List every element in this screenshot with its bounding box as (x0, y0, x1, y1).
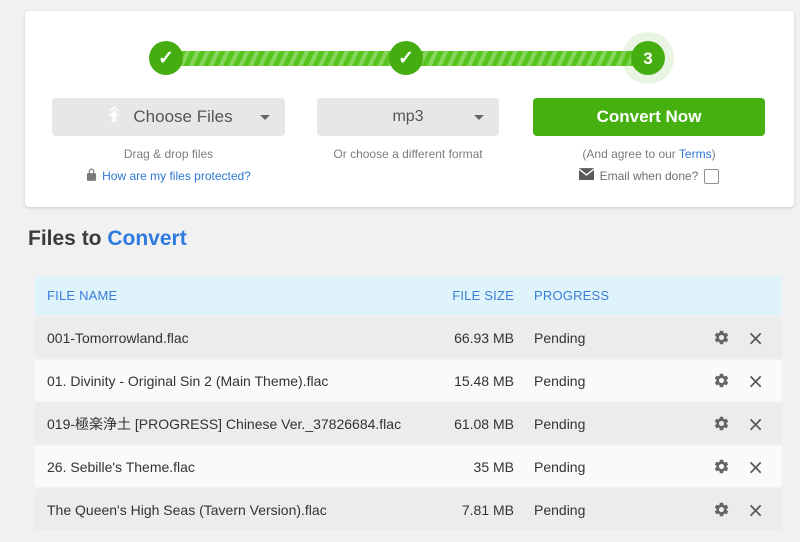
lock-icon (86, 168, 97, 185)
convert-now-button[interactable]: Convert Now (533, 98, 765, 136)
row-actions: × (694, 371, 774, 391)
convert-now-label: Convert Now (596, 107, 702, 126)
format-hint: Or choose a different format (333, 147, 483, 161)
step-1-complete-badge: ✓ (149, 41, 183, 75)
check-icon: ✓ (398, 47, 414, 69)
upload-icon (104, 105, 124, 130)
format-select[interactable]: mp3 (317, 98, 499, 136)
row-actions: × (694, 457, 774, 477)
progress-cell: Pending (534, 458, 586, 475)
step-2-complete-badge: ✓ (389, 41, 423, 75)
converter-card: ✓ ✓ 3 Choose Files mp3 Convert Now Drag … (25, 11, 794, 207)
remove-icon[interactable]: × (747, 371, 764, 391)
choose-files-label: Choose Files (133, 107, 233, 126)
terms-hint: (And agree to our Terms) (582, 147, 716, 161)
row-actions: × (694, 500, 774, 520)
email-when-done-checkbox[interactable] (704, 168, 720, 184)
settings-gear-icon[interactable] (713, 372, 730, 389)
row-actions: × (694, 414, 774, 434)
row-actions: × (694, 328, 774, 348)
settings-gear-icon[interactable] (713, 329, 730, 346)
email-when-done-label: Email when done? (599, 168, 699, 183)
file-name-cell: 26. Sebille's Theme.flac (47, 458, 195, 475)
table-row: 001-Tomorrowland.flac 66.93 MB Pending × (35, 317, 782, 358)
progress-cell: Pending (534, 372, 586, 389)
email-when-done-row: Email when done? (533, 168, 765, 184)
column-header-file-name: FILE NAME (47, 288, 118, 303)
files-table: FILE NAME FILE SIZE PROGRESS 001-Tomorro… (35, 276, 782, 530)
check-icon: ✓ (158, 47, 174, 69)
remove-icon[interactable]: × (747, 457, 764, 477)
progress-cell: Pending (534, 329, 586, 346)
progress-cell: Pending (534, 501, 586, 518)
step-3-number: 3 (643, 48, 653, 68)
terms-link[interactable]: Terms (679, 147, 712, 161)
step-3-badge: 3 (631, 41, 665, 75)
column-header-progress: PROGRESS (534, 288, 610, 303)
file-size-cell: 66.93 MB (454, 329, 514, 346)
table-row: The Queen's High Seas (Tavern Version).f… (35, 489, 782, 530)
choose-files-button[interactable]: Choose Files (52, 98, 285, 136)
drag-drop-hint: Drag & drop files (123, 147, 214, 161)
file-table-body: 001-Tomorrowland.flac 66.93 MB Pending ×… (35, 317, 782, 530)
remove-icon[interactable]: × (747, 328, 764, 348)
settings-gear-icon[interactable] (713, 458, 730, 475)
chevron-down-icon (474, 115, 484, 120)
file-size-cell: 35 MB (473, 458, 514, 475)
table-header-row: FILE NAME FILE SIZE PROGRESS (35, 276, 782, 315)
table-row: 26. Sebille's Theme.flac 35 MB Pending × (35, 446, 782, 487)
file-name-cell: The Queen's High Seas (Tavern Version).f… (47, 501, 327, 518)
file-name-cell: 001-Tomorrowland.flac (47, 329, 189, 346)
envelope-icon (578, 168, 595, 184)
file-name-cell: 019-極楽浄土 [PROGRESS] Chinese Ver._3782668… (47, 415, 402, 432)
remove-icon[interactable]: × (747, 500, 764, 520)
settings-gear-icon[interactable] (713, 501, 730, 518)
table-row: 019-極楽浄土 [PROGRESS] Chinese Ver._3782668… (35, 403, 782, 444)
column-header-file-size: FILE SIZE (452, 288, 514, 303)
file-size-cell: 7.81 MB (461, 501, 514, 518)
chevron-down-icon (260, 115, 270, 120)
format-value: mp3 (392, 108, 424, 125)
files-protected-row: How are my files protected? (52, 168, 285, 185)
remove-icon[interactable]: × (747, 414, 764, 434)
page-title: Files to Convert (28, 227, 187, 250)
progress-cell: Pending (534, 415, 586, 432)
file-size-cell: 15.48 MB (454, 372, 514, 389)
table-row: 01. Divinity - Original Sin 2 (Main Them… (35, 360, 782, 401)
file-size-cell: 61.08 MB (454, 415, 514, 432)
file-name-cell: 01. Divinity - Original Sin 2 (Main Them… (47, 372, 329, 389)
settings-gear-icon[interactable] (713, 415, 730, 432)
files-protected-link[interactable]: How are my files protected? (102, 169, 251, 184)
